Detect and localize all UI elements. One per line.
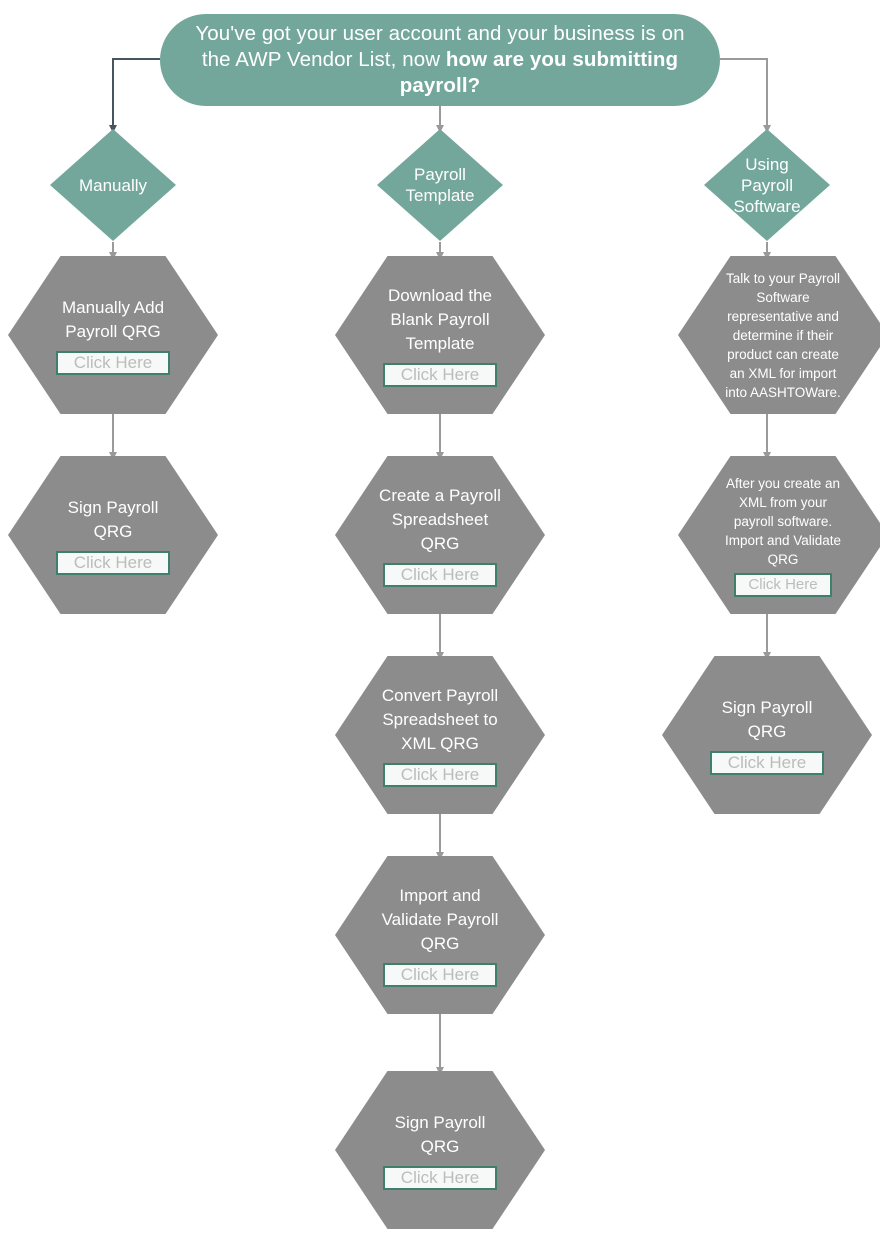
step-label: Sign Payroll QRG [721,697,813,741]
step-label: Convert Payroll Spreadsheet to XML QRG [381,685,499,753]
step-import-validate-payroll[interactable]: Import and Validate Payroll QRG Click He… [335,856,545,1014]
decision-payroll-template[interactable]: Payroll Template [377,129,503,241]
flowchart-canvas: You've got your user account and your bu… [0,0,880,1250]
click-here-button[interactable]: Click Here [55,550,171,575]
diamond-shape [50,129,176,241]
diamond-shape [377,129,503,241]
step-label: Talk to your Payroll Software representa… [725,270,841,400]
step-download-blank-template[interactable]: Download the Blank Payroll Template Clic… [335,256,545,414]
click-here-button[interactable]: Click Here [382,1165,498,1190]
click-here-button[interactable]: Click Here [382,762,498,787]
step-label: Download the Blank Payroll Template [388,285,492,353]
click-here-button[interactable]: Click Here [734,572,832,597]
step-talk-to-payroll-software-rep[interactable]: Talk to your Payroll Software representa… [678,256,880,414]
step-sign-payroll-left[interactable]: Sign Payroll QRG Click Here [8,456,218,614]
step-create-payroll-spreadsheet[interactable]: Create a Payroll Spreadsheet QRG Click H… [335,456,545,614]
header-question-text: You've got your user account and your bu… [186,21,694,99]
decision-using-payroll-software[interactable]: Using Payroll Software [704,129,830,241]
step-label: Sign Payroll QRG [67,497,159,541]
step-sign-payroll-right[interactable]: Sign Payroll QRG Click Here [662,656,872,814]
step-label: Import and Validate Payroll QRG [381,885,499,953]
step-label: Sign Payroll QRG [394,1112,486,1156]
click-here-button[interactable]: Click Here [55,350,171,375]
click-here-button[interactable]: Click Here [382,562,498,587]
step-convert-spreadsheet-to-xml[interactable]: Convert Payroll Spreadsheet to XML QRG C… [335,656,545,814]
click-here-button[interactable]: Click Here [382,962,498,987]
step-label: Create a Payroll Spreadsheet QRG [379,485,501,553]
step-after-create-xml-import-validate[interactable]: After you create an XML from your payrol… [678,456,880,614]
step-manually-add-payroll[interactable]: Manually Add Payroll QRG Click Here [8,256,218,414]
click-here-button[interactable]: Click Here [382,362,498,387]
step-label: After you create an XML from your payrol… [724,475,842,567]
click-here-button[interactable]: Click Here [709,750,825,775]
decision-manually[interactable]: Manually [50,129,176,241]
header-question-pill: You've got your user account and your bu… [160,14,720,106]
step-sign-payroll-center[interactable]: Sign Payroll QRG Click Here [335,1071,545,1229]
diamond-shape [704,129,830,241]
step-label: Manually Add Payroll QRG [61,297,165,341]
